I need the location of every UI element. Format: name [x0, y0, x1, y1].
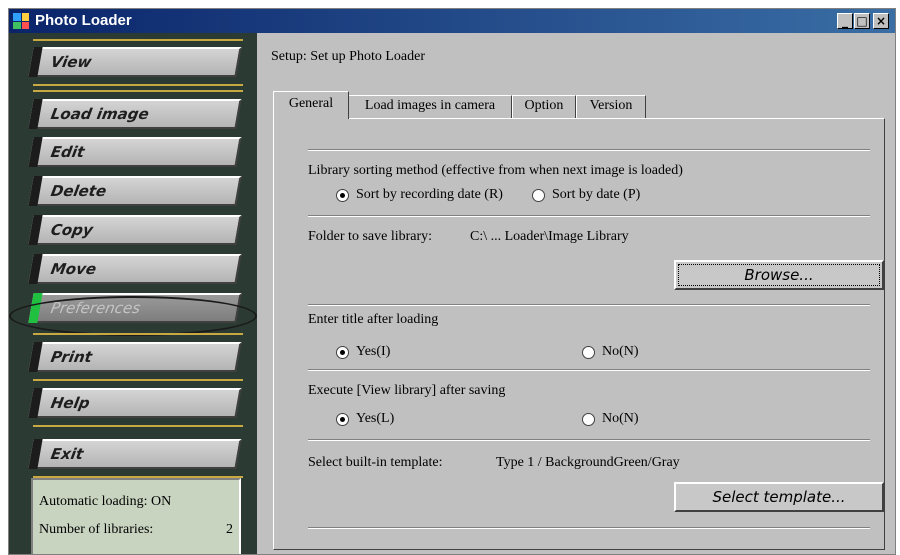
load-image-button[interactable]: Load image: [28, 99, 242, 129]
divider: [308, 149, 870, 151]
separator: [33, 379, 243, 381]
browse-button[interactable]: Browse...: [674, 260, 884, 290]
general-settings-panel: Library sorting method (effective from w…: [273, 118, 885, 550]
button-label: Copy: [49, 221, 95, 239]
automatic-loading-status: Automatic loading: ON: [39, 494, 172, 509]
copy-button[interactable]: Copy: [28, 215, 242, 245]
execute-view-no-radio[interactable]: [582, 413, 595, 426]
app-window: Photo Loader _ □ × View Load image Edit …: [8, 8, 896, 555]
sorting-label: Library sorting method (effective from w…: [308, 163, 683, 178]
divider: [308, 304, 870, 306]
page-title: Setup: Set up Photo Loader: [271, 49, 425, 64]
view-button[interactable]: View: [28, 47, 242, 77]
enter-title-label: Enter title after loading: [308, 312, 439, 327]
print-button[interactable]: Print: [28, 342, 242, 372]
tab-option[interactable]: Option: [512, 95, 576, 119]
sort-by-date-radio[interactable]: [532, 189, 545, 202]
button-label: Help: [49, 394, 92, 412]
button-label: Exit: [49, 445, 85, 463]
enter-title-no-label: No(N): [602, 344, 639, 359]
button-label: View: [49, 53, 94, 71]
execute-view-label: Execute [View library] after saving: [308, 383, 506, 398]
button-label: Print: [49, 348, 94, 366]
sort-by-date-label: Sort by date (P): [552, 187, 641, 202]
divider: [308, 527, 870, 529]
execute-view-no-label: No(N): [602, 411, 639, 426]
execute-view-yes-radio[interactable]: [336, 413, 349, 426]
button-label: Load image: [49, 105, 151, 123]
exit-button[interactable]: Exit: [28, 439, 242, 469]
button-label: Edit: [49, 143, 86, 161]
app-icon: [13, 13, 29, 29]
tab-general[interactable]: General: [273, 91, 349, 119]
move-button[interactable]: Move: [28, 254, 242, 284]
folder-path: C:\ ... Loader\Image Library: [470, 229, 629, 244]
help-button[interactable]: Help: [28, 388, 242, 418]
maximize-button[interactable]: □: [854, 13, 870, 29]
edit-button[interactable]: Edit: [28, 137, 242, 167]
title-bar[interactable]: Photo Loader _ □ ×: [9, 9, 895, 33]
divider: [308, 439, 870, 441]
divider: [308, 369, 870, 371]
separator: [33, 84, 243, 86]
divider: [308, 215, 870, 217]
enter-title-yes-label: Yes(I): [356, 344, 391, 359]
separator: [33, 39, 243, 41]
libraries-count-value: 2: [226, 522, 233, 537]
tab-load-images-in-camera[interactable]: Load images in camera: [348, 95, 512, 119]
window-title: Photo Loader: [35, 12, 132, 29]
enter-title-no-radio[interactable]: [582, 346, 595, 359]
select-template-button[interactable]: Select template...: [674, 482, 884, 512]
button-label: Delete: [49, 182, 108, 200]
minimize-button[interactable]: _: [837, 13, 853, 29]
sort-by-recording-date-label: Sort by recording date (R): [356, 187, 503, 202]
enter-title-yes-radio[interactable]: [336, 346, 349, 359]
status-panel: Automatic loading: ON Number of librarie…: [31, 478, 241, 554]
main-content: Setup: Set up Photo Loader General Load …: [261, 33, 893, 554]
delete-button[interactable]: Delete: [28, 176, 242, 206]
button-label: Move: [49, 260, 98, 278]
separator: [33, 333, 243, 335]
close-button[interactable]: ×: [873, 13, 889, 29]
libraries-count-label: Number of libraries:: [39, 522, 154, 537]
separator: [33, 90, 243, 92]
template-value: Type 1 / BackgroundGreen/Gray: [496, 455, 680, 470]
execute-view-yes-label: Yes(L): [356, 411, 395, 426]
folder-label: Folder to save library:: [308, 229, 433, 244]
sort-by-recording-date-radio[interactable]: [336, 189, 349, 202]
tab-version[interactable]: Version: [576, 95, 646, 119]
sidebar: View Load image Edit Delete Copy Move Pr…: [9, 33, 257, 554]
separator: [33, 425, 243, 427]
template-label: Select built-in template:: [308, 455, 443, 470]
highlight-ellipse: [9, 296, 257, 336]
